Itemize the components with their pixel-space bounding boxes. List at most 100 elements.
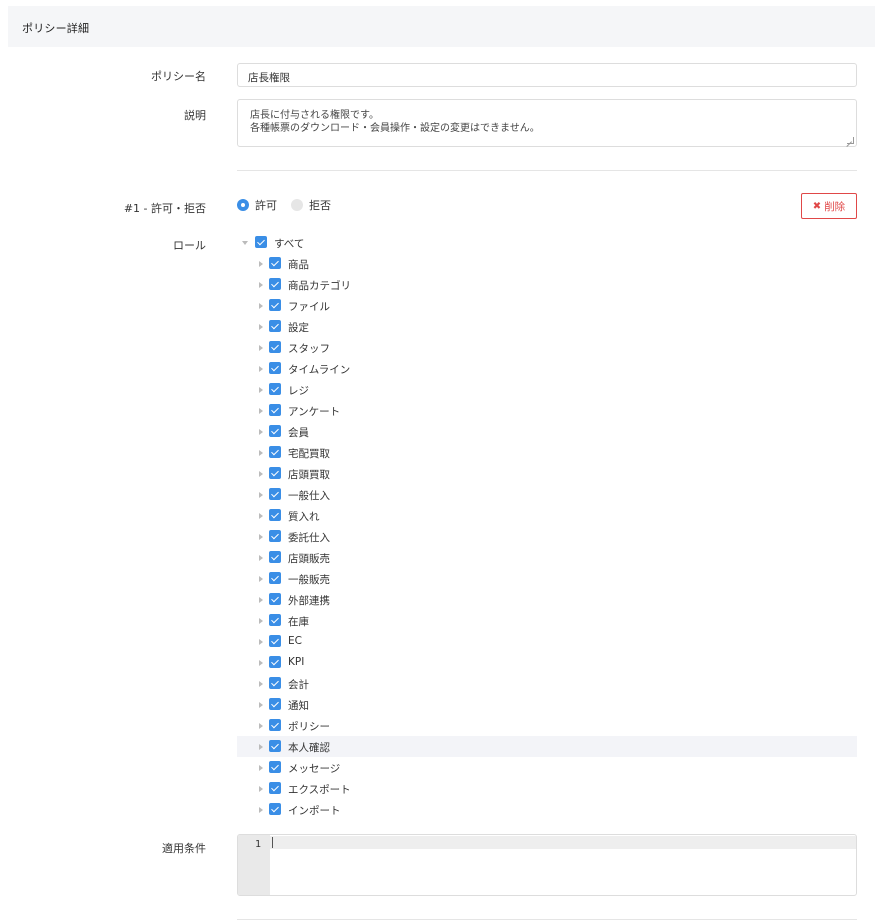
tree-item-label: 一般販売 — [288, 574, 330, 586]
checkbox-checked-icon[interactable] — [269, 803, 281, 815]
caret-right-icon[interactable] — [259, 723, 263, 729]
tree-item-row[interactable]: 会計 — [237, 673, 857, 694]
caret-right-icon[interactable] — [259, 387, 263, 393]
radio-deny[interactable]: 拒否 — [291, 197, 331, 213]
checkbox-checked-icon[interactable] — [269, 425, 281, 437]
caret-right-icon[interactable] — [259, 639, 263, 645]
caret-right-icon[interactable] — [259, 618, 263, 624]
tree-item-row[interactable]: 通知 — [237, 694, 857, 715]
caret-right-icon[interactable] — [259, 534, 263, 540]
checkbox-checked-icon[interactable] — [269, 635, 281, 647]
checkbox-checked-icon[interactable] — [269, 530, 281, 542]
tree-item-row[interactable]: レジ — [237, 379, 857, 400]
checkbox-checked-icon[interactable] — [269, 572, 281, 584]
policy-name-input[interactable]: 店長権限 — [237, 63, 857, 87]
caret-right-icon[interactable] — [259, 786, 263, 792]
checkbox-checked-icon[interactable] — [269, 698, 281, 710]
tree-item-row[interactable]: KPI — [237, 652, 857, 673]
tree-item-label: レジ — [288, 385, 309, 397]
checkbox-checked-icon[interactable] — [269, 383, 281, 395]
caret-right-icon[interactable] — [259, 471, 263, 477]
tree-item-label: スタッフ — [288, 343, 330, 355]
caret-right-icon[interactable] — [259, 303, 263, 309]
caret-down-icon[interactable] — [242, 241, 248, 245]
checkbox-checked-icon[interactable] — [269, 257, 281, 269]
caret-right-icon[interactable] — [259, 807, 263, 813]
tree-item-row[interactable]: メッセージ — [237, 757, 857, 778]
checkbox-checked-icon[interactable] — [269, 677, 281, 689]
caret-right-icon[interactable] — [259, 261, 263, 267]
condition-label: 適用条件 — [162, 842, 206, 855]
checkbox-checked-icon[interactable] — [269, 656, 281, 668]
checkbox-checked-icon[interactable] — [269, 299, 281, 311]
tree-item-label: 在庫 — [288, 616, 309, 628]
caret-right-icon[interactable] — [259, 408, 263, 414]
tree-item-row[interactable]: 委託仕入 — [237, 526, 857, 547]
checkbox-checked-icon[interactable] — [269, 278, 281, 290]
checkbox-checked-icon[interactable] — [269, 404, 281, 416]
tree-root-row[interactable]: すべて — [237, 232, 857, 253]
checkbox-checked-icon[interactable] — [269, 782, 281, 794]
caret-right-icon[interactable] — [259, 366, 263, 372]
checkbox-checked-icon[interactable] — [269, 320, 281, 332]
caret-right-icon[interactable] — [259, 345, 263, 351]
tree-item-row[interactable]: ポリシー — [237, 715, 857, 736]
tree-item-row[interactable]: インポート — [237, 799, 857, 820]
checkbox-checked-icon[interactable] — [269, 740, 281, 752]
caret-right-icon[interactable] — [259, 702, 263, 708]
caret-right-icon[interactable] — [259, 282, 263, 288]
tree-item-row[interactable]: 本人確認 — [237, 736, 857, 757]
checkbox-checked-icon[interactable] — [269, 593, 281, 605]
checkbox-checked-icon[interactable] — [269, 341, 281, 353]
checkbox-checked-icon[interactable] — [269, 467, 281, 479]
caret-right-icon[interactable] — [259, 765, 263, 771]
tree-item-row[interactable]: タイムライン — [237, 358, 857, 379]
tree-item-label: 店頭販売 — [288, 553, 330, 565]
tree-item-row[interactable]: EC — [237, 631, 857, 652]
caret-right-icon[interactable] — [259, 744, 263, 750]
caret-right-icon[interactable] — [259, 597, 263, 603]
description-textarea[interactable]: 店長に付与される権限です。 各種帳票のダウンロード・会員操作・設定の変更はできま… — [237, 99, 857, 147]
delete-button[interactable]: ✖ 削除 — [801, 193, 857, 219]
tree-item-row[interactable]: 店頭販売 — [237, 547, 857, 568]
caret-right-icon[interactable] — [259, 660, 263, 666]
tree-item-row[interactable]: エクスポート — [237, 778, 857, 799]
tree-item-row[interactable]: 質入れ — [237, 505, 857, 526]
radio-checked-icon — [237, 199, 249, 211]
caret-right-icon[interactable] — [259, 555, 263, 561]
tree-item-row[interactable]: 店頭買取 — [237, 463, 857, 484]
checkbox-checked-icon[interactable] — [269, 551, 281, 563]
tree-item-row[interactable]: スタッフ — [237, 337, 857, 358]
caret-right-icon[interactable] — [259, 324, 263, 330]
checkbox-checked-icon[interactable] — [269, 362, 281, 374]
tree-item-row[interactable]: 一般販売 — [237, 568, 857, 589]
tree-item-row[interactable]: 宅配買取 — [237, 442, 857, 463]
condition-code-editor[interactable]: 1 — [237, 834, 857, 896]
tree-item-row[interactable]: アンケート — [237, 400, 857, 421]
caret-right-icon[interactable] — [259, 576, 263, 582]
caret-right-icon[interactable] — [259, 492, 263, 498]
checkbox-checked-icon[interactable] — [269, 446, 281, 458]
tree-item-row[interactable]: 会員 — [237, 421, 857, 442]
tree-item-row[interactable]: 在庫 — [237, 610, 857, 631]
caret-right-icon[interactable] — [259, 681, 263, 687]
checkbox-checked-icon[interactable] — [269, 761, 281, 773]
checkbox-checked-icon[interactable] — [255, 236, 267, 248]
caret-right-icon[interactable] — [259, 429, 263, 435]
checkbox-checked-icon[interactable] — [269, 614, 281, 626]
checkbox-checked-icon[interactable] — [269, 509, 281, 521]
editor-line-number: 1 — [254, 839, 261, 850]
bottom-divider — [237, 919, 857, 920]
caret-right-icon[interactable] — [259, 513, 263, 519]
radio-allow[interactable]: 許可 — [237, 197, 277, 213]
tree-item-row[interactable]: 設定 — [237, 316, 857, 337]
tree-item-row[interactable]: 一般仕入 — [237, 484, 857, 505]
tree-item-row[interactable]: 外部連携 — [237, 589, 857, 610]
tree-item-row[interactable]: 商品 — [237, 253, 857, 274]
caret-right-icon[interactable] — [259, 450, 263, 456]
tree-item-row[interactable]: 商品カテゴリ — [237, 274, 857, 295]
checkbox-checked-icon[interactable] — [269, 488, 281, 500]
resize-grip-icon[interactable] — [847, 137, 854, 144]
checkbox-checked-icon[interactable] — [269, 719, 281, 731]
tree-item-row[interactable]: ファイル — [237, 295, 857, 316]
